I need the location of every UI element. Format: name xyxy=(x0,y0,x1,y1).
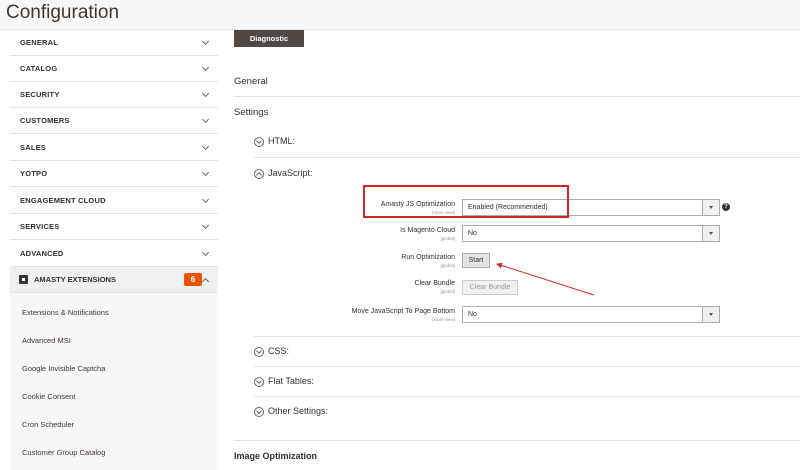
sidebar-item-customers[interactable]: CUSTOMERS xyxy=(10,108,218,134)
sidebar-item-label: ENGAGEMENT CLOUD xyxy=(20,196,106,205)
chevron-down-icon xyxy=(201,115,210,124)
group-label: Flat Tables: xyxy=(268,376,314,386)
sidebar-item-security[interactable]: SECURITY xyxy=(10,82,218,108)
expand-icon xyxy=(254,347,264,357)
expand-icon xyxy=(254,407,264,417)
amasty-logo-icon xyxy=(19,275,28,284)
diagnostic-button[interactable]: Diagnostic xyxy=(234,30,304,47)
expand-icon xyxy=(254,137,264,147)
sidebar-item-services[interactable]: SERVICES xyxy=(10,214,218,240)
notification-badge: 6 xyxy=(184,273,202,286)
divider xyxy=(254,396,800,397)
sidebar-item-general[interactable]: GENERAL xyxy=(10,30,218,56)
page-header: Configuration xyxy=(0,0,800,30)
chevron-down-icon xyxy=(201,63,210,72)
sidebar-item-label: CATALOG xyxy=(20,64,58,73)
help-icon[interactable]: ? xyxy=(722,203,730,211)
sidebar-item-engagement-cloud[interactable]: ENGAGEMENT CLOUD xyxy=(10,188,218,214)
field-label: Move JavaScript To Page Bottom xyxy=(351,308,455,315)
divider xyxy=(234,440,800,441)
submenu-item-extensions-notifications[interactable]: Extensions & Notifications xyxy=(22,308,109,317)
sidebar-item-label: GENERAL xyxy=(20,38,59,47)
amasty-submenu: Extensions & Notifications Advanced MSI … xyxy=(10,293,218,470)
start-button[interactable]: Start xyxy=(462,253,490,268)
config-sidebar: GENERAL CATALOG SECURITY CUSTOMERS SALES… xyxy=(10,30,218,470)
chevron-down-icon xyxy=(201,142,210,151)
chevron-down-icon xyxy=(201,168,210,177)
clear-bundle-button[interactable]: Clear Bundle xyxy=(462,280,518,295)
field-label: Run Optimization xyxy=(401,254,455,261)
page-title: Configuration xyxy=(6,2,120,23)
submenu-item-customer-group-catalog[interactable]: Customer Group Catalog xyxy=(22,448,105,457)
sidebar-item-sales[interactable]: SALES xyxy=(10,135,218,161)
group-label: Other Settings: xyxy=(268,406,329,416)
dropdown-arrow-icon xyxy=(702,307,719,322)
main-content: Diagnostic General Settings HTML: JavaSc… xyxy=(234,30,800,470)
field-scope: [global] xyxy=(440,263,455,268)
chevron-down-icon xyxy=(201,37,210,46)
sidebar-item-label: AMASTY EXTENSIONS xyxy=(34,275,116,284)
select-value: No xyxy=(468,230,477,237)
sidebar-item-label: SERVICES xyxy=(20,222,60,231)
group-label: JavaScript: xyxy=(268,168,313,178)
is-magento-cloud-select[interactable]: No xyxy=(462,225,720,242)
divider xyxy=(234,96,800,97)
submenu-item-cron-scheduler[interactable]: Cron Scheduler xyxy=(22,420,74,429)
expand-icon xyxy=(254,377,264,387)
submenu-item-google-invisible-captcha[interactable]: Google Invisible Captcha xyxy=(22,364,105,373)
chevron-down-icon xyxy=(201,221,210,230)
sidebar-item-advanced[interactable]: ADVANCED xyxy=(10,241,218,267)
group-label: HTML: xyxy=(268,136,295,146)
sidebar-item-amasty-extensions[interactable]: AMASTY EXTENSIONS 6 xyxy=(10,267,218,293)
sidebar-item-label: SECURITY xyxy=(20,90,60,99)
divider xyxy=(254,157,800,158)
chevron-down-icon xyxy=(201,89,210,98)
sidebar-item-catalog[interactable]: CATALOG xyxy=(10,56,218,82)
field-label: Clear Bundle xyxy=(414,280,455,287)
dropdown-arrow-icon xyxy=(702,226,719,241)
dropdown-arrow-icon xyxy=(702,200,719,215)
divider xyxy=(254,366,800,367)
section-settings[interactable]: Settings xyxy=(234,107,268,118)
sidebar-item-yotpo[interactable]: YOTPO xyxy=(10,161,218,187)
chevron-up-icon xyxy=(201,277,210,286)
field-scope: [global] xyxy=(440,289,455,294)
group-label: CSS: xyxy=(268,346,290,356)
collapse-icon xyxy=(254,169,264,179)
section-image-optimization[interactable]: Image Optimization xyxy=(234,451,317,461)
submenu-item-cookie-consent[interactable]: Cookie Consent xyxy=(22,392,75,401)
chevron-down-icon xyxy=(201,248,210,257)
select-value: No xyxy=(468,311,477,318)
submenu-item-advanced-msi[interactable]: Advanced MSI xyxy=(22,336,71,345)
chevron-down-icon xyxy=(201,195,210,204)
sidebar-item-label: CUSTOMERS xyxy=(20,116,70,125)
sidebar-item-label: SALES xyxy=(20,143,47,152)
divider xyxy=(254,336,800,337)
field-scope: [global] xyxy=(440,236,455,241)
highlight-box xyxy=(363,185,569,218)
sidebar-item-label: ADVANCED xyxy=(20,249,64,258)
move-js-bottom-select[interactable]: No xyxy=(462,306,720,323)
field-label: Is Magento Cloud xyxy=(400,227,455,234)
sidebar-item-label: YOTPO xyxy=(20,169,48,178)
field-scope: [store view] xyxy=(432,317,455,322)
section-general[interactable]: General xyxy=(234,76,268,87)
